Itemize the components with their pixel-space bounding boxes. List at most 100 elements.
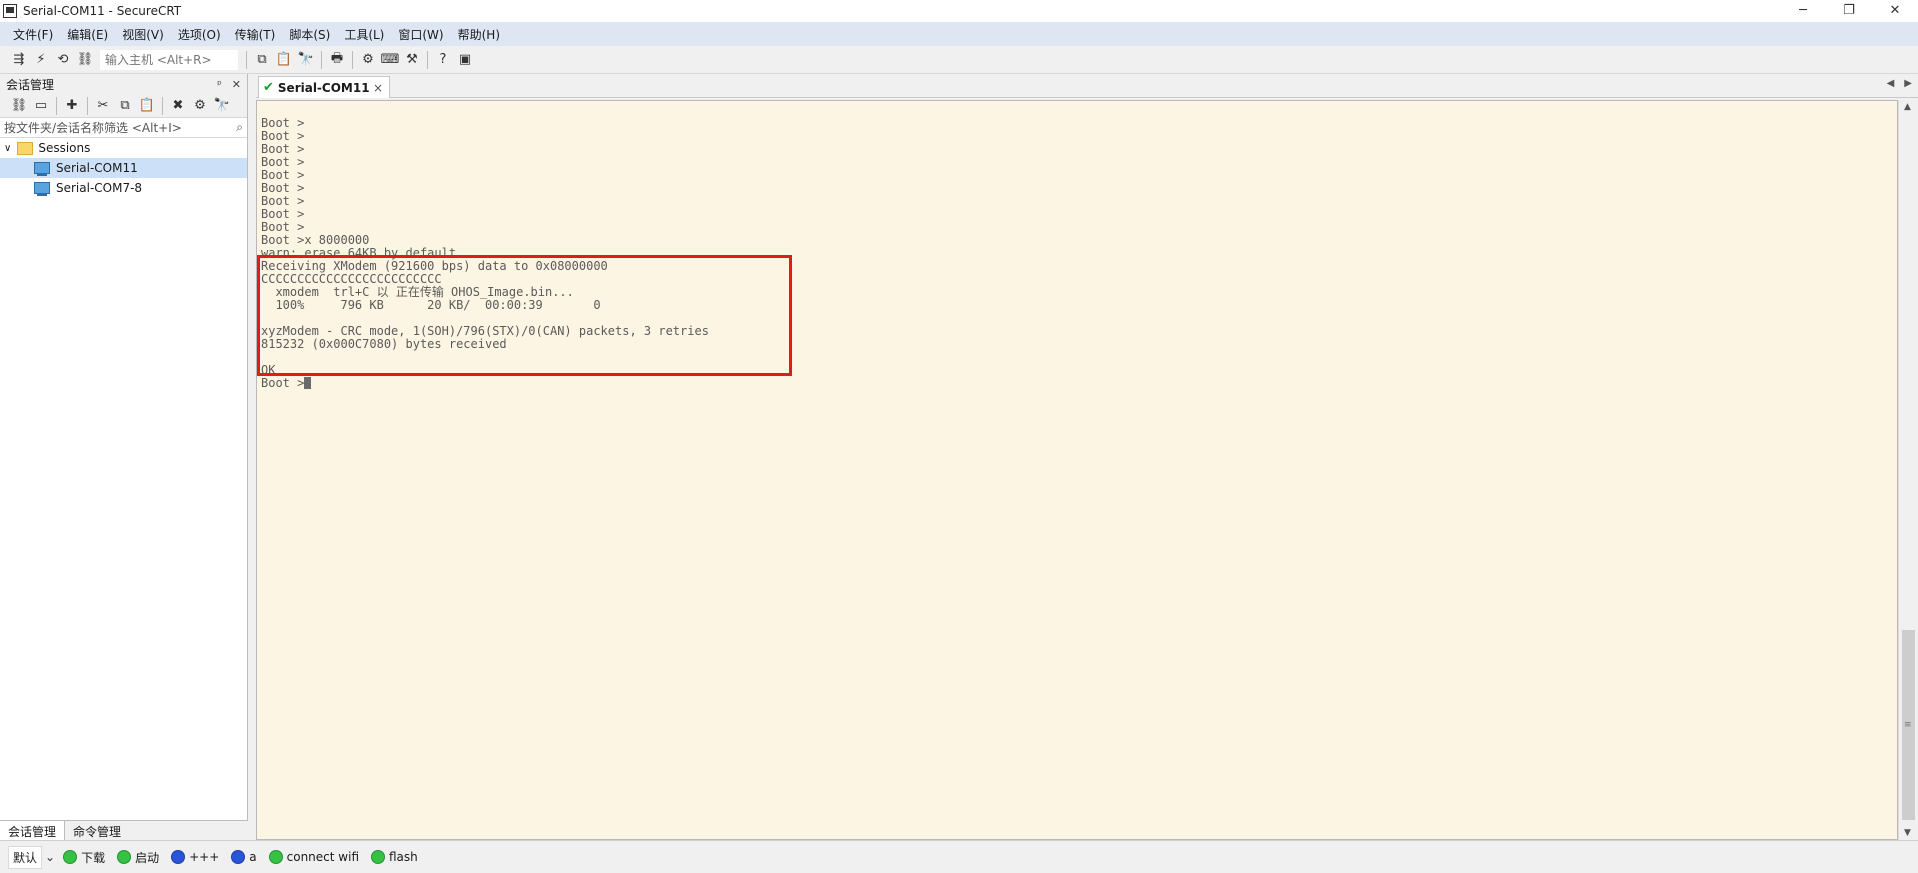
connected-check-icon: ✔ bbox=[263, 80, 274, 95]
menu-help[interactable]: 帮助(H) bbox=[451, 26, 507, 43]
button-bar-label: 下载 bbox=[81, 850, 106, 865]
button-bar-button[interactable]: 启动 bbox=[117, 849, 159, 866]
terminal-scrollbar[interactable]: ▲ ≡ ▼ bbox=[1898, 100, 1918, 840]
chevron-down-icon[interactable]: ∨ bbox=[4, 143, 11, 154]
add-icon[interactable]: ✚ bbox=[63, 97, 81, 115]
terminal-line: Boot > bbox=[261, 129, 305, 143]
delete-icon[interactable]: ✖ bbox=[169, 97, 187, 115]
terminal-line: Boot > bbox=[261, 142, 305, 156]
session-item-serial-com7-8[interactable]: Serial-COM7-8 bbox=[0, 178, 247, 198]
tab-session-manager[interactable]: 会话管理 bbox=[0, 821, 66, 840]
terminal-icon bbox=[34, 162, 50, 176]
keymap-icon[interactable]: ⌨ bbox=[381, 51, 400, 69]
close-tab-icon[interactable]: × bbox=[373, 81, 383, 95]
link-icon[interactable]: ⛓ bbox=[10, 97, 28, 115]
terminal-output[interactable]: Boot > Boot > Boot > Boot > Boot > Boot … bbox=[256, 100, 1898, 840]
find-icon[interactable]: 🔭 bbox=[213, 97, 231, 115]
minimize-button[interactable]: ─ bbox=[1780, 0, 1826, 22]
close-window-button[interactable]: ✕ bbox=[1872, 0, 1918, 22]
quick-connect-icon[interactable]: ⚡ bbox=[32, 51, 50, 69]
scroll-up-icon[interactable]: ▲ bbox=[1904, 102, 1911, 112]
session-manager-pane: 会话管理 ᵖ ✕ ⛓ ▭ ✚ ✂ ⧉ 📋 ✖ ⚙ 🔭 按文件夹/会话名称筛选 <… bbox=[0, 74, 248, 840]
search-icon[interactable]: ⌕ bbox=[236, 120, 243, 135]
reconnect-icon[interactable]: ⟲ bbox=[54, 51, 72, 69]
paste-icon[interactable]: 📋 bbox=[275, 51, 293, 69]
button-bar-button[interactable]: flash bbox=[371, 849, 418, 866]
tab-left-icon[interactable]: ◀ bbox=[1887, 78, 1895, 89]
tab-scroll-arrows: ◀ ▶ bbox=[1887, 78, 1912, 89]
button-bar-label: +++ bbox=[189, 850, 220, 864]
scroll-down-icon[interactable]: ▼ bbox=[1904, 828, 1911, 838]
terminal-line: CCCCCCCCCCCCCCCCCCCCCCCCC bbox=[261, 272, 442, 286]
sftp-icon[interactable]: ⚒ bbox=[403, 51, 421, 69]
session-filter[interactable]: 按文件夹/会话名称筛选 <Alt+I> ⌕ bbox=[0, 118, 247, 138]
button-bar-label: flash bbox=[389, 850, 418, 864]
pin-icon[interactable]: ᵖ bbox=[217, 78, 222, 91]
link-icon[interactable]: ⛓ bbox=[76, 51, 94, 69]
session-label: Serial-COM7-8 bbox=[56, 181, 143, 195]
button-bar-label: connect wifi bbox=[286, 850, 359, 864]
folder-icon bbox=[17, 141, 34, 155]
screenshot-icon[interactable]: ▣ bbox=[456, 51, 474, 69]
settings-gear-icon[interactable]: ⚙ bbox=[359, 51, 377, 69]
terminal-line: Boot > bbox=[261, 116, 305, 130]
terminal-line: OK bbox=[261, 363, 276, 377]
copy-icon[interactable]: ⧉ bbox=[116, 97, 134, 115]
menu-window[interactable]: 窗口(W) bbox=[391, 26, 450, 43]
menu-options[interactable]: 选项(O) bbox=[171, 26, 228, 43]
sessions-folder[interactable]: ∨ Sessions bbox=[0, 138, 247, 158]
terminal-line: Receiving XModem (921600 bps) data to 0x… bbox=[261, 259, 608, 273]
tab-right-icon[interactable]: ▶ bbox=[1904, 78, 1912, 89]
copy-icon[interactable]: ⧉ bbox=[253, 51, 271, 69]
print-icon[interactable]: 🖶 bbox=[328, 51, 346, 69]
button-bar: 默认 ⌄ 下载 启动 +++ a connect wifi flash bbox=[0, 840, 1918, 873]
tab-serial-com11[interactable]: ✔ Serial-COM11 × bbox=[258, 76, 390, 98]
menu-tools[interactable]: 工具(L) bbox=[337, 26, 391, 43]
host-input[interactable] bbox=[100, 49, 238, 70]
window-title: Serial-COM11 - SecureCRT bbox=[23, 4, 182, 18]
button-bar-button[interactable]: connect wifi bbox=[268, 849, 359, 866]
session-item-serial-com11[interactable]: Serial-COM11 bbox=[0, 158, 247, 178]
terminal-line: xmodem trl+C 以 正在传输 OHOS_Image.bin... bbox=[261, 285, 574, 299]
status-dot-icon bbox=[231, 850, 246, 864]
menu-edit[interactable]: 编辑(E) bbox=[60, 26, 115, 43]
cut-icon[interactable]: ✂ bbox=[94, 97, 112, 115]
find-icon[interactable]: 🔭 bbox=[297, 51, 315, 69]
terminal-icon bbox=[34, 182, 50, 196]
tab-label: Serial-COM11 bbox=[277, 80, 370, 95]
button-bar-button[interactable]: +++ bbox=[171, 849, 219, 866]
terminal-line: warn: erase 64KB by default bbox=[261, 246, 457, 260]
button-bar-label: a bbox=[249, 850, 257, 864]
menu-view[interactable]: 视图(V) bbox=[115, 26, 171, 43]
close-pane-icon[interactable]: ✕ bbox=[232, 78, 241, 91]
terminal-cursor bbox=[304, 377, 312, 389]
pane-tabs: 会话管理 命令管理 bbox=[0, 820, 248, 840]
session-toolbar: ⛓ ▭ ✚ ✂ ⧉ 📋 ✖ ⚙ 🔭 bbox=[0, 94, 247, 118]
menu-transfer[interactable]: 传输(T) bbox=[228, 26, 283, 43]
terminal-line: Boot > bbox=[261, 155, 305, 169]
paste-icon[interactable]: 📋 bbox=[138, 97, 156, 115]
button-bar-button[interactable]: 下载 bbox=[63, 849, 105, 866]
terminal-text: Boot > Boot > Boot > Boot > Boot > Boot … bbox=[261, 117, 1897, 390]
terminal-line: Boot >x 8000000 bbox=[261, 233, 370, 247]
new-tab-icon[interactable]: ▭ bbox=[32, 97, 50, 115]
status-dot-icon bbox=[268, 850, 283, 864]
toolbar-separator bbox=[87, 96, 88, 115]
filter-placeholder: 按文件夹/会话名称筛选 <Alt+I> bbox=[4, 121, 182, 135]
status-dot-icon bbox=[63, 850, 78, 864]
session-manager-title: 会话管理 bbox=[6, 77, 55, 92]
toolbar-separator bbox=[56, 96, 57, 115]
restore-button[interactable]: ❐ bbox=[1826, 0, 1872, 22]
help-icon[interactable]: ? bbox=[434, 51, 452, 69]
tab-command-manager[interactable]: 命令管理 bbox=[65, 821, 129, 840]
menu-bar: 文件(F) 编辑(E) 视图(V) 选项(O) 传输(T) 脚本(S) 工具(L… bbox=[0, 22, 1918, 46]
button-bar-button[interactable]: a bbox=[231, 849, 257, 866]
menu-file[interactable]: 文件(F) bbox=[6, 26, 60, 43]
properties-gear-icon[interactable]: ⚙ bbox=[191, 97, 209, 115]
menu-script[interactable]: 脚本(S) bbox=[282, 26, 337, 43]
chevron-down-icon[interactable]: ⌄ bbox=[45, 850, 55, 864]
toolbar-separator bbox=[321, 50, 322, 69]
connect-icon[interactable]: ⇶ bbox=[10, 51, 28, 69]
button-bar-label: 启动 bbox=[135, 850, 160, 865]
button-bar-selector[interactable]: 默认 bbox=[8, 845, 43, 869]
